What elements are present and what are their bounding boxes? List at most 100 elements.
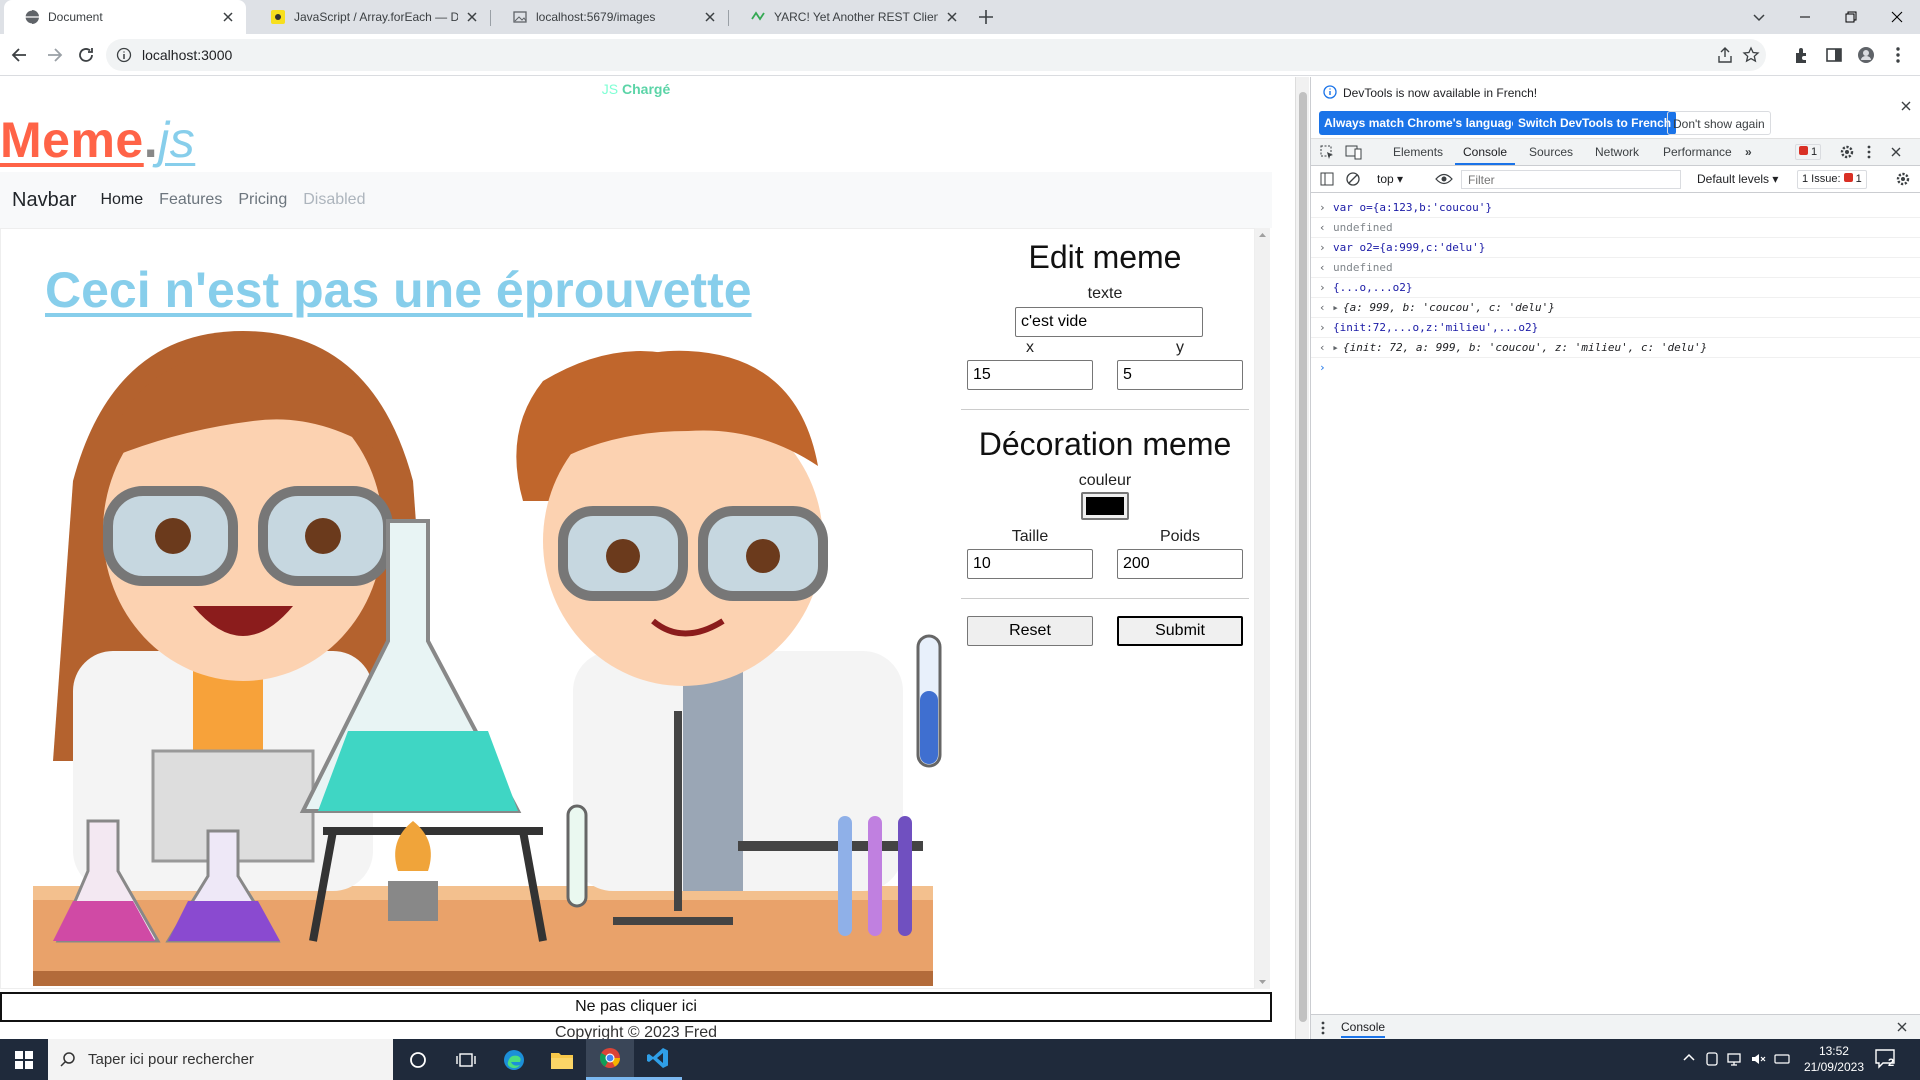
console-input-line[interactable]: › var o={a:123,b:'coucou'}: [1311, 198, 1920, 218]
side-panel-icon[interactable]: [1824, 45, 1844, 65]
console-input-line[interactable]: › {...o,...o2}: [1311, 278, 1920, 298]
sidebar-toggle-icon[interactable]: [1319, 171, 1335, 187]
tab-javascript-foreach[interactable]: JavaScript / Array.forEach — Dev: [250, 0, 490, 34]
scrollbar-thumb[interactable]: [1299, 92, 1307, 1022]
error-counter[interactable]: 1: [1795, 144, 1822, 160]
y-input[interactable]: [1117, 360, 1243, 390]
windows-logo-icon: [15, 1050, 33, 1069]
scroll-up-icon[interactable]: [1255, 228, 1270, 243]
always-match-language-button[interactable]: Always match Chrome's language: [1319, 111, 1524, 135]
nav-link-home[interactable]: Home: [100, 191, 143, 209]
restore-button[interactable]: [1828, 0, 1874, 34]
tab-performance[interactable]: Performance: [1663, 145, 1732, 159]
chrome-app[interactable]: [586, 1039, 634, 1080]
tab-sources[interactable]: Sources: [1529, 145, 1573, 159]
notification-center[interactable]: 2: [1874, 1047, 1902, 1073]
reset-button[interactable]: Reset: [967, 616, 1093, 646]
share-icon[interactable]: [1716, 46, 1734, 64]
dont-show-again-button[interactable]: Don't show again: [1667, 111, 1771, 135]
taskbar-search-box[interactable]: Taper ici pour rechercher: [48, 1039, 393, 1080]
taille-input[interactable]: [967, 549, 1093, 579]
extensions-icon[interactable]: [1792, 45, 1812, 65]
device-toolbar-icon[interactable]: [1345, 144, 1363, 160]
close-icon[interactable]: [944, 9, 960, 25]
console-object-result[interactable]: ‹ ▸ {a: 999, b: 'coucou', c: 'delu'}: [1311, 298, 1920, 318]
info-icon[interactable]: [116, 47, 132, 63]
edge-icon: [504, 1049, 524, 1070]
meme-editor: Edit meme texte x y Décoration meme coul…: [961, 229, 1249, 979]
nav-link-pricing[interactable]: Pricing: [238, 191, 287, 209]
search-placeholder: Taper ici pour rechercher: [88, 1051, 254, 1068]
kebab-menu-icon[interactable]: [1319, 1020, 1327, 1036]
new-tab-icon[interactable]: [976, 7, 996, 27]
tab-document[interactable]: Document: [4, 0, 246, 34]
drawer-tab-console[interactable]: Console: [1341, 1020, 1386, 1038]
tab-console[interactable]: Console: [1463, 145, 1507, 159]
gear-icon[interactable]: [1895, 171, 1911, 187]
cortana-button[interactable]: [394, 1039, 442, 1080]
couleur-color-picker[interactable]: [1081, 492, 1129, 520]
tab-search-button[interactable]: [1736, 0, 1782, 34]
scroll-down-icon[interactable]: [1255, 974, 1270, 989]
gear-icon[interactable]: [1839, 144, 1855, 160]
kebab-menu-icon[interactable]: [1888, 45, 1908, 65]
chrome-icon: [599, 1048, 620, 1068]
forward-arrow-icon[interactable]: [44, 45, 64, 65]
tab-localhost-images[interactable]: localhost:5679/images: [492, 0, 728, 34]
kebab-menu-icon[interactable]: [1865, 144, 1873, 160]
do-not-click-button[interactable]: Ne pas cliquer ici: [0, 992, 1272, 1022]
context-selector[interactable]: top ▾: [1377, 172, 1403, 186]
submit-button[interactable]: Submit: [1117, 616, 1243, 646]
language-keyboard-icon[interactable]: [1774, 1051, 1790, 1067]
back-arrow-icon[interactable]: [10, 45, 30, 65]
edge-app[interactable]: [490, 1039, 538, 1080]
task-view-button[interactable]: [442, 1039, 490, 1080]
clock[interactable]: 13:52 21/09/2023: [1804, 1043, 1864, 1075]
cortana-circle-icon: [410, 1051, 426, 1068]
inspect-element-icon[interactable]: [1319, 144, 1335, 160]
clear-console-icon[interactable]: [1345, 171, 1361, 187]
x-input[interactable]: [967, 360, 1093, 390]
console-filter-input[interactable]: [1461, 170, 1681, 189]
nav-link-features[interactable]: Features: [159, 191, 222, 209]
network-icon[interactable]: [1726, 1051, 1742, 1067]
issues-counter[interactable]: 1 Issue: 1: [1797, 170, 1867, 189]
console-prompt[interactable]: ›: [1311, 358, 1920, 378]
console-input-line[interactable]: › var o2={a:999,c:'delu'}: [1311, 238, 1920, 258]
poids-input[interactable]: [1117, 549, 1243, 579]
chevron-up-icon[interactable]: [1682, 1051, 1696, 1065]
console-input-line[interactable]: › {init:72,...o,z:'milieu',...o2}: [1311, 318, 1920, 338]
address-bar[interactable]: localhost:3000: [106, 39, 1766, 71]
close-window-button[interactable]: [1874, 0, 1920, 34]
device-icon[interactable]: [1704, 1051, 1720, 1067]
close-icon[interactable]: [220, 9, 236, 25]
log-levels-dropdown[interactable]: Default levels ▾: [1697, 172, 1778, 186]
close-icon[interactable]: [1895, 1020, 1909, 1034]
content-scrollbar[interactable]: [1255, 228, 1270, 989]
minimize-button[interactable]: [1782, 0, 1828, 34]
page-scrollbar[interactable]: [1295, 77, 1309, 1039]
tab-elements[interactable]: Elements: [1393, 145, 1443, 159]
eye-icon[interactable]: [1435, 171, 1453, 187]
close-icon[interactable]: [702, 9, 718, 25]
vscode-app[interactable]: [634, 1039, 682, 1080]
volume-muted-icon[interactable]: [1750, 1051, 1766, 1067]
close-icon[interactable]: [1899, 99, 1913, 113]
file-explorer-app[interactable]: [538, 1039, 586, 1080]
texte-input[interactable]: [1015, 307, 1203, 337]
tab-network[interactable]: Network: [1595, 145, 1639, 159]
star-icon[interactable]: [1742, 46, 1760, 64]
reload-icon[interactable]: [76, 45, 96, 65]
close-icon[interactable]: [1889, 145, 1903, 159]
tab-yarc[interactable]: YARC! Yet Another REST Client: [730, 0, 970, 34]
more-tabs-icon[interactable]: »: [1745, 145, 1752, 159]
navbar-brand[interactable]: Navbar: [12, 189, 76, 212]
close-icon[interactable]: [464, 9, 480, 25]
profile-avatar-icon[interactable]: [1856, 45, 1876, 65]
meme-workspace: Ceci n'est pas une éprouvette Edit meme …: [0, 228, 1255, 989]
console-object-result[interactable]: ‹ ▸ {init: 72, a: 999, b: 'coucou', z: 'm…: [1311, 338, 1920, 358]
start-button[interactable]: [0, 1039, 48, 1080]
browser-toolbar: localhost:3000: [0, 34, 1920, 76]
nav-link-disabled: Disabled: [303, 191, 366, 208]
switch-to-french-button[interactable]: Switch DevTools to French: [1513, 111, 1677, 135]
